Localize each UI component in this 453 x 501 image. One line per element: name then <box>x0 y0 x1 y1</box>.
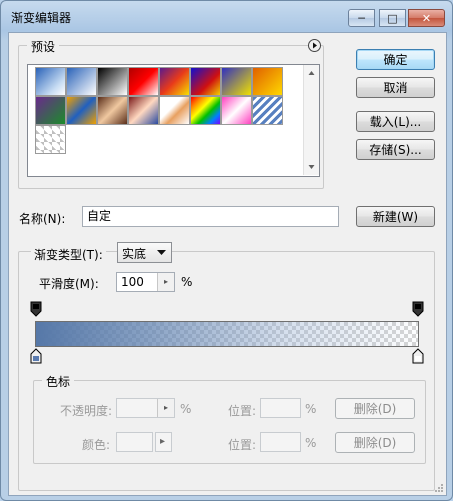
preset-swatch[interactable] <box>35 96 66 125</box>
caret-right-icon: ▸ <box>163 277 168 286</box>
preset-swatch[interactable] <box>252 96 283 125</box>
smoothness-unit: % <box>181 275 193 289</box>
presets-title: 预设 <box>27 38 60 55</box>
color-location-unit: % <box>305 436 317 450</box>
cancel-button[interactable]: 取消 <box>356 77 435 98</box>
preset-swatch[interactable] <box>221 96 252 125</box>
presets-menu-button[interactable] <box>308 39 321 52</box>
color-delete-button[interactable]: 删除(D) <box>335 432 415 453</box>
opacity-delete-label: 删除(D) <box>353 402 397 416</box>
color-stop-right-icon[interactable] <box>412 348 424 364</box>
opacity-stop-left-icon[interactable] <box>30 301 42 317</box>
gradient-type-select[interactable]: 实底 <box>117 242 172 263</box>
color-menu-button[interactable]: ▸ <box>155 432 172 452</box>
preset-swatch[interactable] <box>128 96 159 125</box>
name-input-value: 自定 <box>87 209 112 223</box>
opacity-stepper[interactable]: ▸ <box>157 399 174 417</box>
preset-swatch[interactable] <box>66 67 97 96</box>
chevron-down-icon <box>157 250 166 255</box>
gradient-type-value: 实底 <box>122 247 147 261</box>
preset-swatch[interactable] <box>159 96 190 125</box>
color-label: 颜色: <box>82 438 111 452</box>
preset-swatch[interactable] <box>128 67 159 96</box>
name-input[interactable]: 自定 <box>82 206 339 227</box>
arrow-right-circle-icon <box>313 42 317 49</box>
close-button[interactable]: ✕ <box>408 9 445 27</box>
ok-button[interactable]: 确定 <box>356 49 435 70</box>
caret-right-icon: ▸ <box>160 436 166 447</box>
new-button[interactable]: 新建(W) <box>356 206 435 227</box>
opacity-location-label: 位置: <box>228 404 257 418</box>
opacity-unit: % <box>180 402 192 416</box>
color-delete-label: 删除(D) <box>353 436 397 450</box>
save-button-label: 存储(S)... <box>369 143 422 157</box>
opacity-stop-right-icon[interactable] <box>412 301 424 317</box>
presets-list <box>27 64 320 177</box>
preset-swatch[interactable] <box>190 96 221 125</box>
maximize-button[interactable]: □ <box>379 9 406 27</box>
opacity-delete-button[interactable]: 删除(D) <box>335 398 415 419</box>
dialog-body: 预设 确定 取消 载入(L)... 存储(S)... 名称(N): 自定 新建(… <box>8 32 447 496</box>
caret-right-icon: ▸ <box>163 403 168 412</box>
close-icon: ✕ <box>421 11 432 25</box>
presets-scrollbar[interactable] <box>303 65 319 175</box>
preset-swatch[interactable] <box>221 67 252 96</box>
preset-swatch[interactable] <box>252 67 283 96</box>
smoothness-value: 100 <box>121 275 144 289</box>
preset-swatch[interactable] <box>35 67 66 96</box>
color-location-label: 位置: <box>228 438 257 452</box>
gradient-type-label: 渐变类型(T): <box>31 246 106 263</box>
new-button-label: 新建(W) <box>372 210 419 224</box>
color-swatch-input[interactable] <box>116 432 153 452</box>
ok-button-label: 确定 <box>383 53 408 67</box>
save-button[interactable]: 存储(S)... <box>356 139 435 160</box>
smoothness-stepper[interactable]: ▸ <box>157 273 174 291</box>
smoothness-input[interactable]: 100 ▸ <box>116 272 175 292</box>
opacity-label: 不透明度: <box>60 404 113 418</box>
preset-swatch[interactable] <box>97 67 128 96</box>
scroll-up-icon[interactable] <box>304 67 319 79</box>
name-label: 名称(N): <box>19 212 66 226</box>
preset-swatch[interactable] <box>66 96 97 125</box>
opacity-location-input[interactable] <box>260 398 301 418</box>
color-stop-title: 色标 <box>42 373 75 390</box>
resize-grip-icon[interactable] <box>434 483 444 493</box>
minimize-button[interactable]: ─ <box>348 9 375 27</box>
smoothness-label: 平滑度(M): <box>39 277 99 291</box>
color-location-input[interactable] <box>260 432 301 452</box>
preset-swatch[interactable] <box>35 125 66 154</box>
preset-swatch[interactable] <box>159 67 190 96</box>
title-bar: 渐变编辑器 ─ □ ✕ <box>1 1 452 31</box>
cancel-button-label: 取消 <box>383 81 408 95</box>
load-button[interactable]: 载入(L)... <box>356 111 435 132</box>
color-stop-left-icon[interactable] <box>30 348 42 364</box>
load-button-label: 载入(L)... <box>369 115 422 129</box>
window-title: 渐变编辑器 <box>11 11 72 25</box>
opacity-input[interactable]: ▸ <box>116 398 175 418</box>
minimize-icon: ─ <box>358 11 365 25</box>
preset-swatch[interactable] <box>97 96 128 125</box>
opacity-location-unit: % <box>305 402 317 416</box>
scroll-down-icon[interactable] <box>304 161 319 173</box>
preset-swatch[interactable] <box>190 67 221 96</box>
gradient-editor-window: 渐变编辑器 ─ □ ✕ 预设 确定 取消 载入(L)... 存储(S)... 名… <box>0 0 453 501</box>
maximize-icon: □ <box>387 11 398 25</box>
gradient-preview-bar[interactable] <box>35 321 419 347</box>
